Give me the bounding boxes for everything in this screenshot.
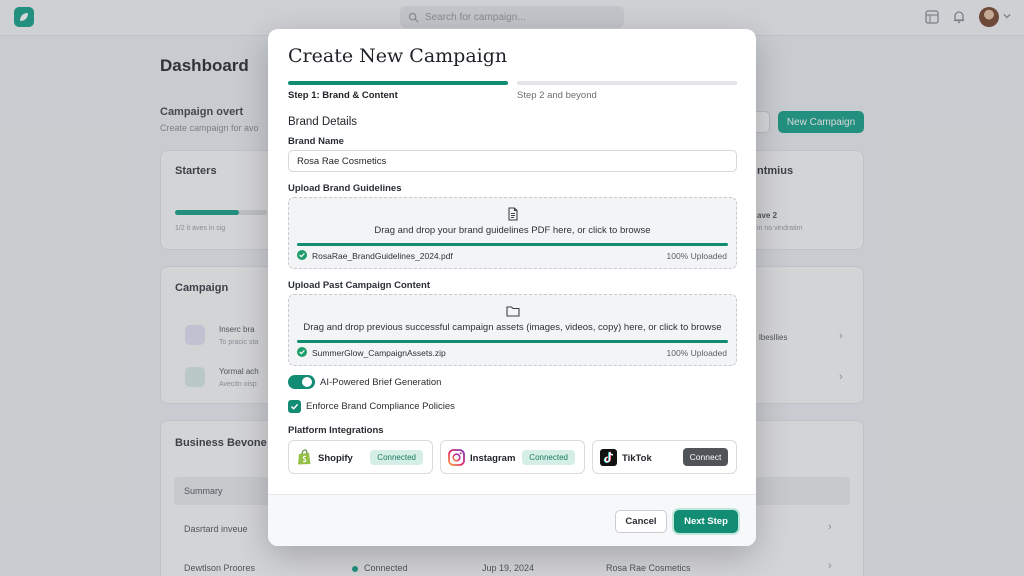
cancel-button[interactable]: Cancel xyxy=(615,510,667,533)
platform-card-tiktok: TikTok Connect xyxy=(592,440,737,474)
step-2-label[interactable]: Step 2 and beyond xyxy=(517,90,597,101)
past-content-label: Upload Past Campaign Content xyxy=(288,280,430,291)
guidelines-prompt: Drag and drop your brand guidelines PDF … xyxy=(374,225,651,236)
instagram-status-badge: Connected xyxy=(522,450,575,465)
guidelines-label: Upload Brand Guidelines xyxy=(288,183,402,194)
past-content-progress-fill xyxy=(297,340,728,343)
past-content-file-name: SummerGlow_CampaignAssets.zip xyxy=(312,348,446,358)
next-step-button[interactable]: Next Step xyxy=(674,510,738,533)
platforms-heading: Platform Integrations xyxy=(288,425,384,436)
modal-title: Create New Campaign xyxy=(288,45,508,67)
guidelines-progress-bar xyxy=(297,243,728,246)
compliance-checkbox-label: Enforce Brand Compliance Policies xyxy=(306,401,455,412)
tiktok-icon xyxy=(600,449,617,466)
step-1-progress xyxy=(288,81,508,85)
past-content-dropzone[interactable]: Drag and drop previous successful campai… xyxy=(288,294,737,366)
brand-name-input[interactable] xyxy=(288,150,737,172)
brand-details-heading: Brand Details xyxy=(288,116,358,128)
guidelines-upload-status: 100% Uploaded xyxy=(666,251,728,261)
shopify-icon xyxy=(298,449,311,465)
past-content-progress-bar xyxy=(297,340,728,343)
tiktok-connect-button[interactable]: Connect xyxy=(683,448,728,466)
ai-brief-toggle[interactable] xyxy=(288,375,315,389)
step-1-label[interactable]: Step 1: Brand & Content xyxy=(288,90,398,101)
modal-footer: Cancel Next Step xyxy=(268,494,756,546)
past-content-upload-status: 100% Uploaded xyxy=(666,348,728,358)
shopify-name: Shopify xyxy=(318,453,353,464)
brand-name-label: Brand Name xyxy=(288,136,344,147)
guidelines-progress-fill xyxy=(297,243,728,246)
folder-icon xyxy=(506,306,520,317)
platform-card-instagram: Instagram Connected xyxy=(440,440,585,474)
check-circle-icon xyxy=(297,347,307,357)
check-circle-icon xyxy=(297,250,307,260)
create-campaign-modal: Create New Campaign Step 1: Brand & Cont… xyxy=(268,29,756,546)
instagram-icon xyxy=(448,449,465,466)
shopify-status-badge: Connected xyxy=(370,450,423,465)
past-content-prompt: Drag and drop previous successful campai… xyxy=(303,322,722,333)
tiktok-name: TikTok xyxy=(622,453,652,464)
checkmark-icon xyxy=(290,403,299,410)
ai-brief-toggle-label: AI-Powered Brief Generation xyxy=(320,377,442,388)
guidelines-dropzone[interactable]: Drag and drop your brand guidelines PDF … xyxy=(288,197,737,269)
toggle-knob xyxy=(302,377,312,387)
instagram-name: Instagram xyxy=(470,453,516,464)
document-icon xyxy=(508,207,518,221)
platform-card-shopify: Shopify Connected xyxy=(288,440,433,474)
compliance-checkbox[interactable] xyxy=(288,400,301,413)
step-2-progress xyxy=(517,81,737,85)
guidelines-file-name: RosaRae_BrandGuidelines_2024.pdf xyxy=(312,251,453,261)
